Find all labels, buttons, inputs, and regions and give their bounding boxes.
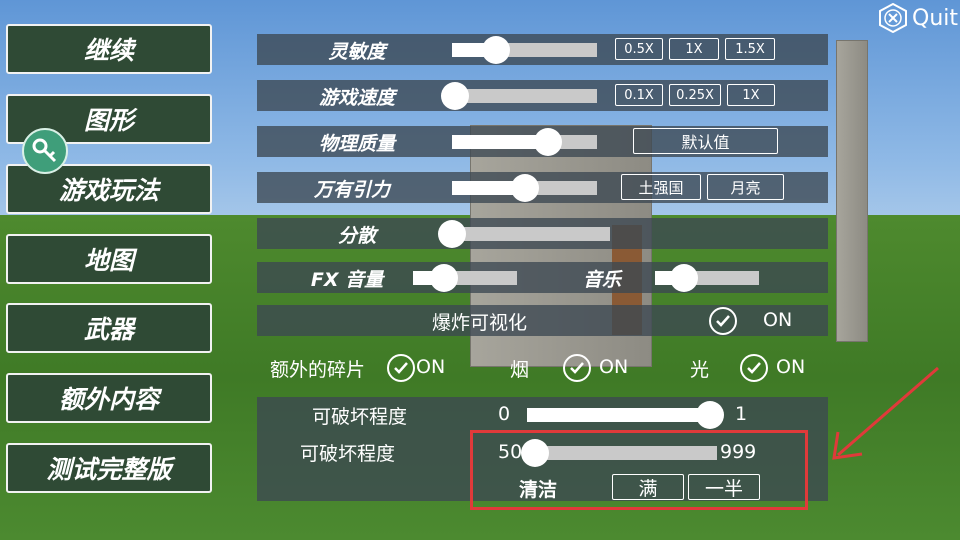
light-checkbox[interactable] (740, 354, 768, 382)
light-state: ON (776, 356, 806, 378)
sidebar-item-weapons[interactable]: 武器 (6, 303, 212, 353)
light-label: 光 (690, 359, 710, 381)
quit-label: Quit (912, 5, 958, 31)
sidebar-item-continue[interactable]: 继续 (6, 24, 212, 74)
scatter-label: 分散 (337, 225, 376, 247)
gravity-slider[interactable] (452, 174, 597, 202)
physics-quality-row: 物理质量 默认值 (257, 126, 828, 157)
game-speed-row: 游戏速度 0.1X 0.25X 1X (257, 80, 828, 111)
physics-quality-label: 物理质量 (318, 133, 395, 155)
slider-knob[interactable] (438, 220, 466, 248)
extra-debris-checkbox[interactable] (387, 354, 415, 382)
slider-knob[interactable] (510, 174, 539, 202)
physics-default-button[interactable]: 默认值 (633, 128, 778, 154)
sensitivity-0.5x-button[interactable]: 0.5X (615, 38, 663, 60)
game-speed-slider[interactable] (441, 82, 597, 110)
slider-knob[interactable] (696, 401, 724, 429)
slider-fill (527, 408, 710, 422)
extra-debris-label: 额外的碎片 (270, 359, 366, 381)
sensitivity-label: 灵敏度 (328, 41, 386, 63)
scatter-row: 分散 (257, 218, 828, 249)
arrow-icon (832, 366, 939, 460)
gravity-label: 万有引力 (313, 179, 390, 201)
fx-volume-label: FX 音量 (310, 269, 384, 291)
slider-knob[interactable] (481, 36, 510, 64)
physics-quality-slider[interactable] (452, 128, 597, 156)
sensitivity-slider[interactable] (452, 36, 597, 64)
audio-row: FX 音量 音乐 (257, 262, 828, 293)
destruction-max-1: 1 (735, 403, 748, 425)
explosion-visual-state: ON (763, 309, 793, 331)
sensitivity-1x-button[interactable]: 1X (669, 38, 719, 60)
music-slider[interactable] (655, 264, 759, 292)
explosion-visual-row: 爆炸可视化 ON (257, 305, 828, 336)
smoke-checkbox[interactable] (563, 354, 591, 382)
slider-knob[interactable] (430, 264, 459, 292)
gravity-moon-button[interactable]: 月亮 (707, 174, 784, 200)
sidebar-item-map[interactable]: 地图 (6, 234, 212, 284)
stone-pillar (836, 40, 868, 342)
sensitivity-1.5x-button[interactable]: 1.5X (725, 38, 775, 60)
explosion-visual-checkbox[interactable] (709, 307, 737, 335)
destruction-label-2: 可破坏程度 (300, 443, 396, 465)
game-speed-0.25x-button[interactable]: 0.25X (669, 84, 721, 106)
gravity-row: 万有引力 土强国 月亮 (257, 172, 828, 203)
game-speed-0.1x-button[interactable]: 0.1X (615, 84, 663, 106)
sensitivity-row: 灵敏度 0.5X 1X 1.5X (257, 34, 828, 65)
sidebar-item-full-version[interactable]: 测试完整版 (6, 443, 212, 493)
key-icon[interactable] (22, 128, 68, 174)
music-label: 音乐 (582, 269, 621, 291)
destruction-slider-1[interactable] (527, 401, 724, 429)
scatter-slider[interactable] (438, 220, 610, 248)
destruction-min-1: 0 (498, 403, 511, 425)
destruction-label-1: 可破坏程度 (312, 406, 408, 428)
sidebar-item-extra-content[interactable]: 额外内容 (6, 373, 212, 423)
extra-debris-state: ON (416, 356, 446, 378)
gravity-earth-button[interactable]: 土强国 (621, 174, 701, 200)
smoke-state: ON (599, 356, 629, 378)
explosion-visual-label: 爆炸可视化 (432, 312, 528, 334)
smoke-label: 烟 (510, 359, 530, 381)
slider-knob[interactable] (441, 82, 469, 110)
game-speed-1x-button[interactable]: 1X (727, 84, 775, 106)
slider-knob[interactable] (670, 264, 699, 292)
slider-knob[interactable] (533, 128, 562, 156)
game-speed-label: 游戏速度 (318, 87, 395, 109)
close-icon (879, 3, 907, 33)
highlight-box (470, 430, 808, 510)
fx-volume-slider[interactable] (413, 264, 517, 292)
quit-button[interactable]: Quit (878, 3, 958, 33)
